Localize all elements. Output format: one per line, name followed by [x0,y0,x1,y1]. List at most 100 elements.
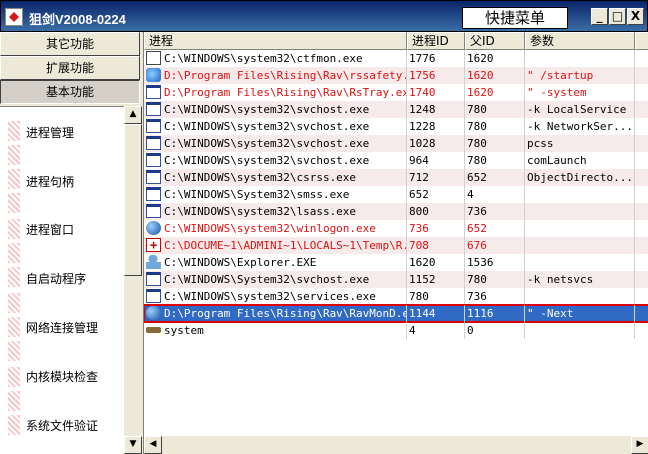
process-icon [146,153,161,167]
table-row[interactable]: C:\WINDOWS\Explorer.EXE 1620 1536 [144,254,648,271]
left-panel: 其它功能 扩展功能 基本功能 进程管理 进程句柄 进程窗口 自启动程序 网络连接… [0,32,143,454]
quick-menu-button[interactable]: 快捷菜单 [462,7,568,29]
col-pid[interactable]: 进程ID [407,32,465,50]
process-args: " -system [525,84,635,101]
process-icon [146,102,161,116]
table-row[interactable]: D:\Program Files\Rising\Rav\rssafety... 1… [144,67,648,84]
process-icon [146,51,161,65]
process-ppid: 676 [465,237,525,254]
process-icon [146,187,161,201]
process-ppid: 0 [465,322,525,339]
col-process[interactable]: 进程 [144,32,407,50]
process-ppid: 1620 [465,67,525,84]
horizontal-scrollbar[interactable]: ◀ ▶ [144,436,648,454]
fn-process-handles[interactable]: 进程句柄 [26,173,74,191]
process-pid: 1144 [407,305,465,322]
process-ppid: 652 [465,220,525,237]
process-args [525,237,635,254]
table-row[interactable]: system 4 0 [144,322,648,339]
process-ppid: 1620 [465,50,525,67]
process-pid: 1776 [407,50,465,67]
process-icon [146,136,161,150]
process-args: -k NetworkSer... [525,118,635,135]
process-args: " -Next [525,305,635,322]
process-path: C:\WINDOWS\system32\svchost.exe [164,154,370,167]
process-pid: 1028 [407,135,465,152]
process-icon [146,68,161,82]
process-ppid: 780 [465,135,525,152]
minimize-button[interactable]: _ [591,8,608,25]
process-ppid: 780 [465,152,525,169]
col-ppid[interactable]: 父ID [465,32,525,50]
table-row[interactable]: C:\WINDOWS\System32\smss.exe 652 4 [144,186,648,203]
table-row[interactable]: D:\Program Files\Rising\Rav\RavMonD.exe 1… [144,304,648,323]
col-args[interactable]: 参数 [525,32,635,50]
process-ppid: 780 [465,118,525,135]
table-row[interactable]: C:\WINDOWS\system32\ctfmon.exe 1776 1620 [144,50,648,67]
process-icon [146,204,161,218]
process-path: C:\WINDOWS\system32\ctfmon.exe [164,52,363,65]
process-pid: 1228 [407,118,465,135]
table-row[interactable]: C:\WINDOWS\system32\csrss.exe 712 652 Objec… [144,169,648,186]
process-icon [146,327,161,333]
maximize-button[interactable]: □ [609,8,626,25]
process-args [525,203,635,220]
table-row[interactable]: C:\WINDOWS\system32\winlogon.exe 736 652 [144,220,648,237]
process-pid: 780 [407,288,465,305]
process-path: C:\WINDOWS\Explorer.EXE [164,256,317,269]
process-icon [146,170,161,184]
fn-process-manager[interactable]: 进程管理 [26,124,74,142]
scroll-down-icon[interactable]: ▼ [124,436,142,454]
table-row[interactable]: C:\WINDOWS\system32\lsass.exe 800 736 [144,203,648,220]
process-ppid: 780 [465,271,525,288]
process-args: -k netsvcs [525,271,635,288]
table-row[interactable]: C:\WINDOWS\system32\svchost.exe 1028 780 pc… [144,135,648,152]
fn-kernel-module-check[interactable]: 内核模块检查 [26,368,98,386]
process-path: C:\WINDOWS\system32\winlogon.exe [164,222,376,235]
process-ppid: 1116 [465,305,525,322]
window-title: 狙剑V2008-0224 [29,12,126,27]
left-scrollbar[interactable]: ▲ ▼ [124,106,142,454]
process-path: D:\Program Files\Rising\Rav\rssafety... [164,69,407,82]
process-pid: 800 [407,203,465,220]
table-row[interactable]: C:\WINDOWS\System32\svchost.exe 1152 780 -k… [144,271,648,288]
fn-network-connections[interactable]: 网络连接管理 [26,319,98,337]
table-row[interactable]: C:\WINDOWS\system32\svchost.exe 1248 780 -k… [144,101,648,118]
close-button[interactable]: X [627,8,644,25]
tab-other-functions[interactable]: 其它功能 [0,32,140,56]
scroll-up-icon[interactable]: ▲ [124,106,142,124]
table-row[interactable]: C:\DOCUME~1\ADMINI~1\LOCALS~1\Temp\R...7… [144,237,648,254]
table-row[interactable]: C:\WINDOWS\system32\services.exe 780 736 [144,288,648,305]
scroll-thumb[interactable] [124,124,142,276]
process-table: 进程 进程ID 父ID 参数 C:\WINDOWS\system32\ctfmo… [143,32,648,454]
table-row[interactable]: C:\WINDOWS\system32\svchost.exe 1228 780 -k… [144,118,648,135]
process-args [525,322,635,339]
process-pid: 964 [407,152,465,169]
process-icon [146,85,161,99]
table-row[interactable]: C:\WINDOWS\system32\svchost.exe 964 780 com… [144,152,648,169]
process-pid: 1756 [407,67,465,84]
process-path: C:\DOCUME~1\ADMINI~1\LOCALS~1\Temp\R... [164,239,407,252]
scroll-right-icon[interactable]: ▶ [631,436,648,454]
process-args [525,186,635,203]
fn-startup-programs[interactable]: 自启动程序 [26,270,86,288]
process-path: D:\Program Files\Rising\Rav\RsTray.exe [164,86,407,99]
process-ppid: 780 [465,101,525,118]
process-path: system [164,324,204,337]
process-args [525,220,635,237]
tab-basic-functions[interactable]: 基本功能 [0,80,140,104]
table-header: 进程 进程ID 父ID 参数 [144,32,648,50]
fn-system-file-verify[interactable]: 系统文件验证 [26,417,98,435]
process-pid: 712 [407,169,465,186]
table-row[interactable]: D:\Program Files\Rising\Rav\RsTray.exe 17… [144,84,648,101]
fn-process-windows[interactable]: 进程窗口 [26,221,74,239]
tab-extended-functions[interactable]: 扩展功能 [0,56,140,80]
scroll-left-icon[interactable]: ◀ [144,436,162,454]
process-icon [146,306,161,320]
process-icon [146,272,161,286]
process-icon [146,119,161,133]
process-args: ObjectDirecto... [525,169,635,186]
process-path: C:\WINDOWS\system32\services.exe [164,290,376,303]
process-pid: 4 [407,322,465,339]
process-path: C:\WINDOWS\System32\smss.exe [164,188,350,201]
